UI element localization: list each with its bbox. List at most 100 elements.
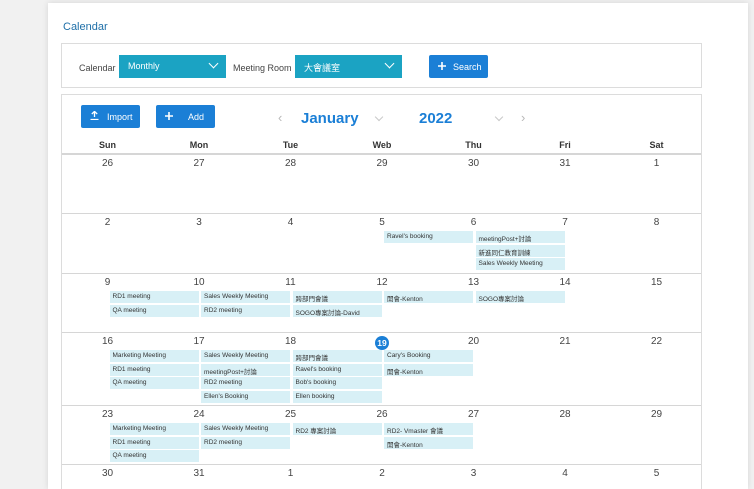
- event-chip[interactable]: Marketing Meeting: [109, 350, 199, 362]
- day-cell[interactable]: 10: [154, 277, 245, 288]
- day-cell[interactable]: 25: [245, 409, 336, 420]
- event-chip[interactable]: Sales Weekly Meeting: [475, 258, 565, 270]
- day-cell[interactable]: 28: [520, 409, 611, 420]
- day-cell[interactable]: 9: [62, 277, 153, 288]
- event-chip[interactable]: Ravel's booking: [292, 363, 382, 376]
- event-chip[interactable]: 新進同仁教育訓練: [475, 244, 565, 257]
- day-cell[interactable]: 12: [337, 277, 428, 288]
- day-cell[interactable]: 15: [611, 277, 701, 288]
- weekday-sun: Sun: [99, 140, 116, 150]
- day-cell[interactable]: 1: [611, 158, 701, 169]
- day-cell[interactable]: 3: [154, 217, 245, 228]
- day-cell[interactable]: 5: [611, 468, 701, 479]
- event-chip[interactable]: QA meeting: [109, 304, 199, 317]
- event-chip[interactable]: 跨部門會議: [292, 291, 382, 303]
- week-row: 30 31 1 2 3 4 5: [62, 464, 701, 489]
- prev-month-arrow[interactable]: ‹: [278, 111, 282, 124]
- day-cell[interactable]: 31: [520, 158, 611, 169]
- chevron-down-icon: [208, 58, 219, 69]
- weekday-tue: Tue: [282, 140, 299, 150]
- weekday-sat: Sat: [649, 140, 664, 150]
- event-chip[interactable]: RD1 meeting: [109, 436, 199, 449]
- event-chip[interactable]: Bob's booking: [292, 377, 382, 389]
- day-cell[interactable]: 1: [245, 468, 336, 479]
- day-cell[interactable]: 30: [428, 158, 519, 169]
- day-cell[interactable]: 26: [337, 409, 428, 420]
- day-cell[interactable]: 18: [245, 336, 336, 347]
- event-chip[interactable]: RD2 meeting: [201, 304, 290, 317]
- weekday-web: Web: [372, 140, 392, 150]
- event-chip[interactable]: QA meeting: [109, 377, 199, 389]
- day-cell[interactable]: 4: [245, 217, 336, 228]
- year-chevron-down-icon[interactable]: [494, 112, 504, 122]
- day-cell[interactable]: 4: [520, 468, 611, 479]
- event-chip[interactable]: RD2 專案討論: [292, 423, 382, 435]
- day-cell[interactable]: 20: [428, 336, 519, 347]
- day-cell[interactable]: 28: [245, 158, 336, 169]
- event-chip[interactable]: 跨部門會議: [292, 350, 382, 362]
- day-cell[interactable]: 29: [337, 158, 428, 169]
- day-cell[interactable]: 26: [62, 158, 153, 169]
- day-cell[interactable]: 21: [520, 336, 611, 347]
- event-chip[interactable]: meetingPost+討論: [201, 363, 290, 376]
- day-cell[interactable]: 2: [337, 468, 428, 479]
- event-chip[interactable]: RD2 meeting: [201, 377, 290, 389]
- day-cell[interactable]: 17: [154, 336, 245, 347]
- plus-icon: [438, 62, 446, 70]
- event-chip[interactable]: SOGO專案討論-David: [292, 304, 382, 317]
- filter-bar: Calendar Monthly Meeting Room 大會議室 Searc…: [61, 43, 702, 88]
- event-chip[interactable]: Sales Weekly Meeting: [201, 291, 290, 303]
- event-chip[interactable]: Sales Weekly Meeting: [201, 350, 290, 362]
- weekday-fri: Fri: [559, 140, 571, 150]
- year-title[interactable]: 2022: [419, 110, 452, 127]
- meeting-room-select[interactable]: 大會議室: [295, 55, 402, 78]
- import-button-label: Import: [107, 112, 133, 122]
- event-chip[interactable]: SOGO專案討論: [475, 291, 565, 303]
- event-chip[interactable]: 開會-Kenton: [384, 436, 473, 449]
- day-cell[interactable]: 27: [154, 158, 245, 169]
- event-chip[interactable]: Ellen's Booking: [201, 390, 290, 403]
- weekday-thu: Thu: [465, 140, 482, 150]
- calendar-view-value: Monthly: [128, 61, 160, 71]
- day-cell[interactable]: 24: [154, 409, 245, 420]
- event-chip[interactable]: Ravel's booking: [384, 231, 473, 243]
- day-cell[interactable]: 14: [520, 277, 611, 288]
- event-chip[interactable]: RD1 meeting: [109, 363, 199, 376]
- day-cell[interactable]: 30: [62, 468, 153, 479]
- event-chip[interactable]: meetingPost+討論: [475, 231, 565, 243]
- day-cell[interactable]: 31: [154, 468, 245, 479]
- day-cell[interactable]: 2: [62, 217, 153, 228]
- event-chip[interactable]: 開會-Kenton: [384, 363, 473, 376]
- today-marker[interactable]: 19: [375, 336, 389, 350]
- day-cell[interactable]: 3: [428, 468, 519, 479]
- day-cell[interactable]: 13: [428, 277, 519, 288]
- calendar-panel: Import Add ‹ January 2022 › Sun Mon Tue Web…: [61, 94, 702, 489]
- day-cell[interactable]: 5: [337, 217, 428, 228]
- event-chip[interactable]: Sales Weekly Meeting: [201, 423, 290, 435]
- event-chip[interactable]: QA meeting: [109, 450, 199, 462]
- month-chevron-down-icon[interactable]: [374, 112, 384, 122]
- day-cell[interactable]: 19: [337, 336, 428, 350]
- search-button[interactable]: Search: [429, 55, 488, 78]
- day-cell[interactable]: 6: [428, 217, 519, 228]
- add-button[interactable]: Add: [156, 105, 215, 128]
- day-cell[interactable]: 8: [611, 217, 701, 228]
- event-chip[interactable]: RD2 meeting: [201, 436, 290, 449]
- event-chip[interactable]: Ellen booking: [292, 390, 382, 403]
- import-button[interactable]: Import: [81, 105, 140, 128]
- month-title[interactable]: January: [301, 110, 359, 127]
- day-cell[interactable]: 7: [520, 217, 611, 228]
- next-month-arrow[interactable]: ›: [521, 111, 525, 124]
- event-chip[interactable]: RD1 meeting: [109, 291, 199, 303]
- day-cell[interactable]: 22: [611, 336, 701, 347]
- calendar-view-select[interactable]: Monthly: [119, 55, 226, 78]
- day-cell[interactable]: 16: [62, 336, 153, 347]
- day-cell[interactable]: 11: [245, 277, 336, 288]
- event-chip[interactable]: RD2- Vmaster 會議: [384, 423, 473, 435]
- event-chip[interactable]: 開會-Kenton: [384, 291, 473, 303]
- day-cell[interactable]: 23: [62, 409, 153, 420]
- event-chip[interactable]: Cary's Booking: [384, 350, 473, 362]
- day-cell[interactable]: 27: [428, 409, 519, 420]
- event-chip[interactable]: Marketing Meeting: [109, 423, 199, 435]
- day-cell[interactable]: 29: [611, 409, 701, 420]
